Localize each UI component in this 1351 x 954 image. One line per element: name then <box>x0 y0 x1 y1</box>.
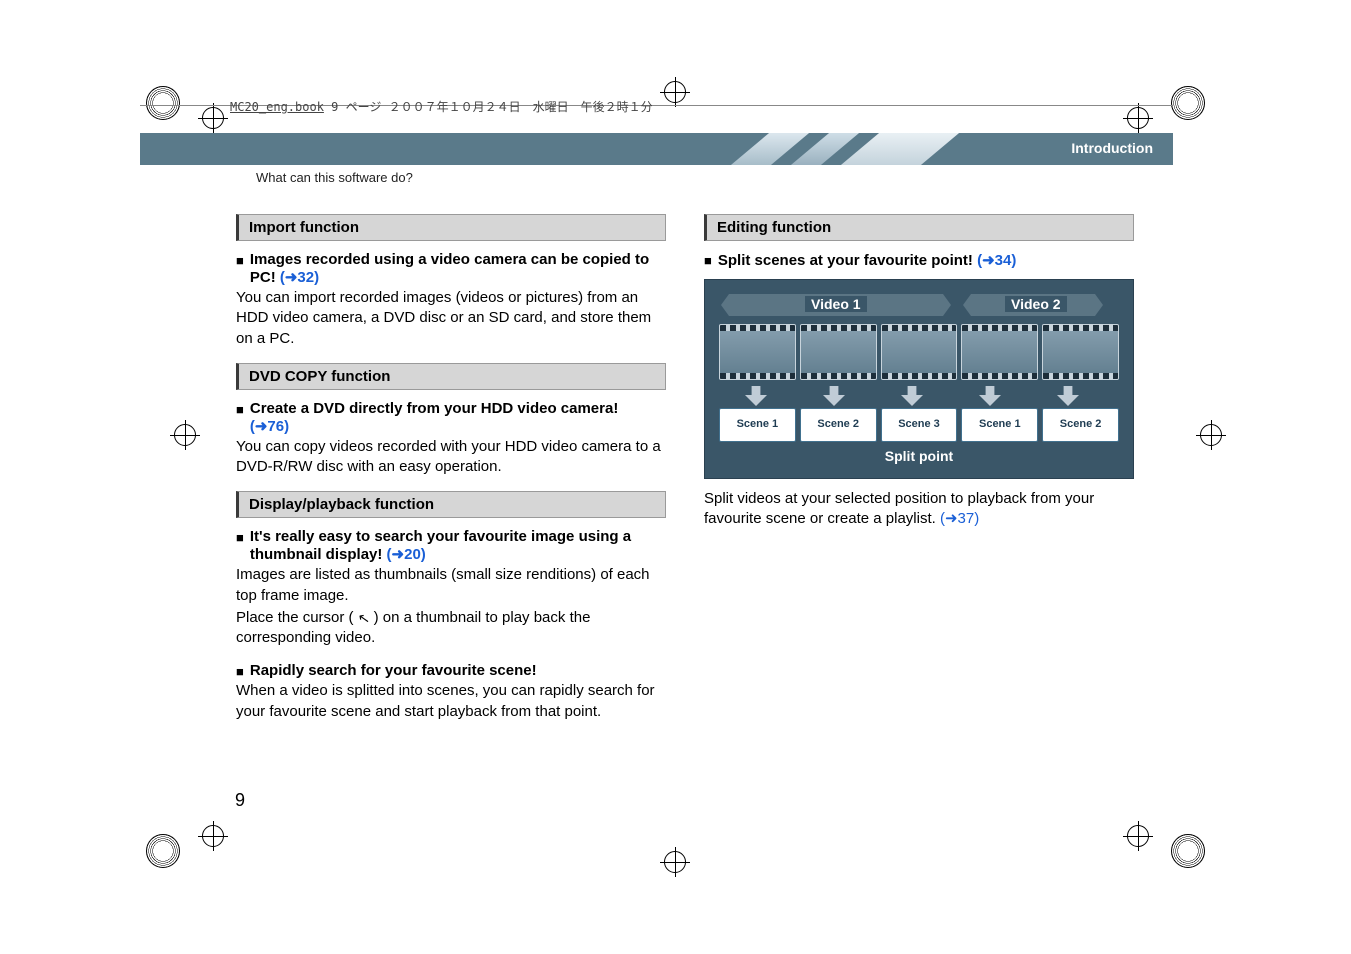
edit-bullet-link[interactable]: (➜34) <box>973 252 1016 269</box>
crop-cross-tr2 <box>1123 103 1153 133</box>
video1-label: Video 1 <box>805 296 867 312</box>
scene-box: Scene 1 <box>961 408 1038 442</box>
dvd-bullet-label: Create a DVD directly from your HDD vide… <box>250 400 618 417</box>
crop-circle-tl <box>146 86 180 120</box>
display-heading: Display/playback function <box>236 491 666 518</box>
dvd-bullet-link[interactable]: (➜76) <box>250 417 618 435</box>
scene-box: Scene 1 <box>719 408 796 442</box>
right-column: Editing function ■ Split scenes at your … <box>704 214 1134 736</box>
film-thumb <box>719 324 796 380</box>
edit-heading: Editing function <box>704 214 1134 241</box>
dvd-body: You can copy videos recorded with your H… <box>236 437 666 478</box>
bullet-icon: ■ <box>236 402 244 437</box>
import-bullet-link[interactable]: (➜32) <box>276 269 319 286</box>
section-banner: Introduction <box>140 133 1173 165</box>
down-arrow-icon <box>1057 386 1079 406</box>
down-arrow-icon <box>745 386 767 406</box>
import-bullet: ■ Images recorded using a video camera c… <box>236 251 666 286</box>
display-bullet-2: ■ Rapidly search for your favourite scen… <box>236 662 666 679</box>
film-thumb <box>961 324 1038 380</box>
bullet-icon: ■ <box>704 253 712 271</box>
edit-body-text: Split videos at your selected position t… <box>704 490 1094 527</box>
film-row <box>719 324 1119 380</box>
import-bullet-text: Images recorded using a video camera can… <box>250 251 666 286</box>
display-bullet1-link[interactable]: (➜20) <box>382 546 425 563</box>
display-bullet1-label: It's really easy to search your favourit… <box>250 528 631 563</box>
dvd-bullet-text: Create a DVD directly from your HDD vide… <box>250 400 618 435</box>
crop-cross-tl2 <box>198 103 228 133</box>
banner-stripes <box>750 133 990 165</box>
down-arrow-icon <box>979 386 1001 406</box>
scene-box: Scene 2 <box>1042 408 1119 442</box>
display-bullet2-label: Rapidly search for your favourite scene! <box>250 662 537 679</box>
edit-bullet-label: Split scenes at your favourite point! <box>718 252 973 269</box>
display-bullet-1: ■ It's really easy to search your favour… <box>236 528 666 563</box>
film-thumb <box>1042 324 1119 380</box>
banner-label: Introduction <box>1071 140 1153 156</box>
scene-box: Scene 2 <box>800 408 877 442</box>
bullet-icon: ■ <box>236 664 244 681</box>
page-number: 9 <box>235 790 245 811</box>
scene-row: Scene 1 Scene 2 Scene 3 Scene 1 Scene 2 <box>719 408 1119 442</box>
down-arrow-icon <box>901 386 923 406</box>
film-thumb <box>800 324 877 380</box>
left-column: Import function ■ Images recorded using … <box>236 214 666 736</box>
split-diagram: Video 1 Video 2 Scene 1 Scene 2 Sce <box>704 279 1134 479</box>
scene-box: Scene 3 <box>881 408 958 442</box>
edit-body: Split videos at your selected position t… <box>704 489 1134 530</box>
dvd-bullet: ■ Create a DVD directly from your HDD vi… <box>236 400 666 435</box>
content-area: Import function ■ Images recorded using … <box>236 214 1173 736</box>
file-tag: MC20_eng.book 9 ページ ２００７年１０月２４日 水曜日 午後２時… <box>230 98 653 115</box>
film-thumb <box>881 324 958 380</box>
display-body-1b: Place the cursor ( ↖ ) on a thumbnail to… <box>236 608 666 649</box>
crop-cross-bl2 <box>198 821 228 851</box>
file-name: MC20_eng.book <box>230 100 324 114</box>
crop-cross-tc <box>660 77 690 107</box>
split-point-label: Split point <box>885 448 953 464</box>
edit-bullet-text: Split scenes at your favourite point! (➜… <box>718 251 1016 269</box>
video2-label: Video 2 <box>1005 296 1067 312</box>
down-arrow-icon <box>823 386 845 406</box>
crop-cross-ml <box>170 420 200 450</box>
file-rest: 9 ページ ２００７年１０月２４日 水曜日 午後２時１分 <box>324 100 653 114</box>
edit-body-link[interactable]: (➜37) <box>936 510 979 527</box>
bullet-icon: ■ <box>236 253 244 288</box>
crop-cross-br2 <box>1123 821 1153 851</box>
crop-circle-bl <box>146 834 180 868</box>
import-body: You can import recorded images (videos o… <box>236 288 666 349</box>
cursor-pre: Place the cursor ( <box>236 609 358 626</box>
crop-cross-bc <box>660 847 690 877</box>
display-bullet1-text: It's really easy to search your favourit… <box>250 528 666 563</box>
dvd-heading: DVD COPY function <box>236 363 666 390</box>
crop-circle-tr <box>1171 86 1205 120</box>
display-body-2: When a video is splitted into scenes, yo… <box>236 681 666 722</box>
import-heading: Import function <box>236 214 666 241</box>
edit-bullet: ■ Split scenes at your favourite point! … <box>704 251 1134 269</box>
crop-circle-br <box>1171 834 1205 868</box>
display-body-1a: Images are listed as thumbnails (small s… <box>236 565 666 606</box>
crop-cross-mr <box>1196 420 1226 450</box>
bullet-icon: ■ <box>236 530 244 565</box>
page-subheader: What can this software do? <box>256 170 413 185</box>
